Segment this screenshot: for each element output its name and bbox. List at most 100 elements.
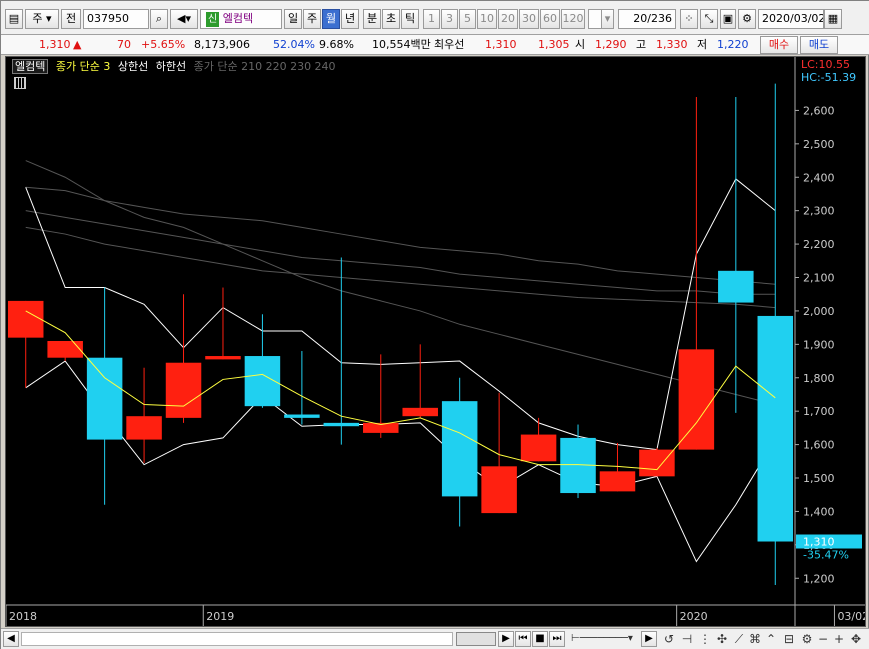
date-input[interactable]: 2020/03/02 — [758, 9, 824, 29]
grid-icon[interactable] — [14, 77, 26, 89]
line-tool-icon[interactable]: ⟋ — [731, 631, 747, 647]
market-select[interactable]: 주 ▾ — [25, 9, 59, 29]
count-3-button[interactable]: 3 — [441, 9, 458, 29]
play-icon[interactable]: ▶ — [498, 631, 514, 647]
zoom-slider[interactable]: ⊢────────▾ — [567, 631, 637, 647]
settings-icon[interactable]: ⚙ — [799, 631, 815, 647]
candle-body — [441, 401, 478, 497]
sound-icon[interactable]: ◀▾ — [170, 9, 198, 29]
long-ma-line — [25, 210, 776, 295]
candle-body — [520, 434, 557, 462]
change-percent: +5.65% — [141, 38, 186, 51]
best-ask: 1,310 — [485, 38, 517, 51]
stock-code-input[interactable]: 037950 — [83, 9, 149, 29]
scroll-bar: ◀ ▶ ⏮ ■ ⏭ ⊢────────▾ ▶ ↺ ⊣ ⋮ ✣ ⟋ ⌘ ⌃ ⊟ ⚙… — [1, 628, 869, 649]
cross-icon[interactable]: ⤡ — [700, 9, 718, 29]
tab-second[interactable]: 초 — [382, 9, 400, 29]
tab-tick[interactable]: 틱 — [401, 9, 419, 29]
price-chart[interactable]: 1,2001,3001,4001,5001,6001,7001,8001,900… — [5, 56, 866, 627]
best-quote-label: 최우선 — [434, 38, 465, 51]
chart-canvas[interactable]: 1,2001,3001,4001,5001,6001,7001,8001,900… — [6, 57, 865, 626]
scroll-right-icon[interactable]: ▶ — [641, 631, 657, 647]
zoom-out-icon[interactable]: − — [815, 631, 831, 647]
calendar-icon[interactable]: ▦ — [824, 9, 842, 29]
candle-body — [47, 341, 83, 358]
count-20-button[interactable]: 20 — [498, 9, 518, 29]
stop-icon[interactable]: ■ — [532, 631, 548, 647]
crosshair-icon[interactable]: ✣ — [713, 631, 731, 647]
best-bid: 1,305 — [538, 38, 570, 51]
turnover-ratio: 9.68% — [319, 38, 354, 51]
candle-body — [402, 407, 438, 417]
minimize-icon[interactable]: ⊟ — [781, 631, 797, 647]
fast-forward-icon[interactable]: ⏭ — [549, 631, 565, 647]
candle-body — [639, 449, 675, 477]
scroll-left-icon[interactable]: ◀ — [3, 631, 19, 647]
x-tick-label: 2020 — [680, 610, 708, 623]
legend-lower-band: 하한선 — [155, 60, 187, 73]
candle-body — [481, 466, 517, 514]
gear-icon[interactable]: ⚙ — [738, 9, 756, 29]
tab-minute[interactable]: 분 — [363, 9, 381, 29]
current-change-label: -35.47% — [803, 549, 849, 562]
stock-name: 엘컴텍 — [222, 12, 254, 25]
chart-menu-icon[interactable]: ▤ — [5, 9, 23, 29]
trade-amount: 10,554백만 — [372, 38, 431, 51]
quote-row: 1,310 ▲ 70 +5.65% 8,173,906 52.04% 9.68%… — [1, 35, 869, 55]
y-tick-label: 1,200 — [803, 572, 835, 585]
current-price-label: 1,310 — [803, 536, 835, 549]
candle-body — [678, 349, 715, 450]
rewind-icon[interactable]: ⏮ — [515, 631, 531, 647]
tab-weekly[interactable]: 주 — [303, 9, 321, 29]
zoom-in-icon[interactable]: + — [831, 631, 847, 647]
count-5-button[interactable]: 5 — [459, 9, 476, 29]
legend-upper-band: 상한선 — [117, 60, 149, 73]
move-icon[interactable]: ✥ — [847, 631, 865, 647]
long-ma-line — [25, 186, 776, 285]
ma3-line — [25, 310, 776, 471]
new-listing-badge: 신 — [206, 12, 220, 27]
count-1-button[interactable]: 1 — [423, 9, 440, 29]
current-price: 1,310 — [39, 38, 71, 51]
low-price: 1,220 — [717, 38, 749, 51]
chart-window: ▤ 주 ▾ 전 037950 ⌕ ◀▾ 신 엘컴텍 일 주 월 년 분 초 틱 … — [0, 0, 869, 649]
y-tick-label: 2,200 — [803, 238, 835, 251]
stock-name-field[interactable]: 신 엘컴텍 — [200, 9, 282, 29]
bar-chart-icon[interactable]: ⋮ — [697, 631, 713, 647]
y-tick-label: 1,600 — [803, 439, 835, 452]
high-price: 1,330 — [656, 38, 688, 51]
save-icon[interactable]: ▣ — [720, 9, 736, 29]
count-60-button[interactable]: 60 — [540, 9, 560, 29]
legend-long-ma: 종가 단순 210 220 230 240 — [193, 60, 336, 73]
tab-monthly[interactable]: 월 — [322, 9, 340, 29]
tab-daily[interactable]: 일 — [284, 9, 302, 29]
legend-stock-name: 엘컴텍 — [12, 59, 49, 74]
scroll-thumb[interactable] — [456, 632, 496, 646]
search-icon[interactable]: ⌕ — [150, 9, 168, 29]
x-tick-label: 2019 — [206, 610, 234, 623]
x-tick-label: 03/02 — [837, 610, 865, 623]
scroll-track[interactable] — [21, 632, 453, 646]
buy-button[interactable]: 매수 — [760, 36, 798, 54]
dots-icon[interactable]: ⁘ — [680, 9, 698, 29]
candle-body — [323, 422, 360, 427]
y-tick-label: 2,300 — [803, 205, 835, 218]
period-button[interactable]: 전 — [61, 9, 81, 29]
candle-body — [757, 315, 794, 542]
trend-icon[interactable]: ⌃ — [763, 631, 779, 647]
count-30-button[interactable]: 30 — [519, 9, 539, 29]
count-dropdown-icon[interactable]: ▾ — [601, 9, 614, 29]
refresh-icon[interactable]: ↺ — [661, 631, 677, 647]
volume: 8,173,906 — [194, 38, 250, 51]
sell-button[interactable]: 매도 — [800, 36, 838, 54]
tab-yearly[interactable]: 년 — [341, 9, 359, 29]
magnet-icon[interactable]: ⌘ — [747, 631, 763, 647]
candle-body — [7, 300, 44, 338]
upper-band-line — [25, 178, 776, 451]
open-label: 시 — [575, 38, 586, 51]
count-120-button[interactable]: 120 — [561, 9, 585, 29]
y-tick-label: 2,600 — [803, 104, 835, 117]
count-10-button[interactable]: 10 — [477, 9, 497, 29]
pin-icon[interactable]: ⊣ — [679, 631, 695, 647]
y-tick-label: 1,700 — [803, 405, 835, 418]
